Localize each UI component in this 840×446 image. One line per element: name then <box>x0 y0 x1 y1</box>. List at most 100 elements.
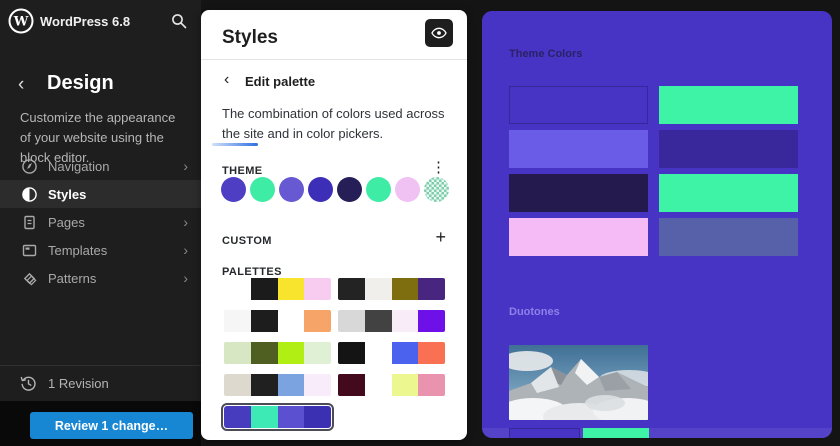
palette-color <box>304 310 331 332</box>
palette-color <box>338 374 365 396</box>
theme-color-row <box>221 177 449 202</box>
search-icon[interactable] <box>170 12 188 30</box>
palette-color <box>418 342 445 364</box>
palette-color <box>418 310 445 332</box>
preview-color-swatch <box>583 428 649 438</box>
back-chevron-icon[interactable]: ‹ <box>224 71 229 89</box>
palette-color <box>304 278 331 300</box>
palette-color <box>278 310 305 332</box>
edit-palette-header: ‹ Edit palette <box>201 70 467 96</box>
edit-palette-label: Edit palette <box>245 74 315 89</box>
sidebar-item-label: Patterns <box>48 271 96 286</box>
preview-swatch-grid <box>509 86 798 256</box>
revisions-label: 1 Revision <box>48 376 109 391</box>
chevron-right-icon: › <box>183 242 188 258</box>
divider <box>201 59 467 60</box>
style-book-toggle-button[interactable] <box>425 19 453 47</box>
palette-color <box>278 342 305 364</box>
theme-color-swatch[interactable] <box>337 177 362 202</box>
palette-color <box>251 406 278 428</box>
scroll-progress-indicator <box>212 143 258 146</box>
palette-color <box>304 406 331 428</box>
bottom-swatch-row <box>509 428 649 438</box>
palette-color <box>278 406 305 428</box>
palette-color <box>392 310 419 332</box>
styles-icon <box>21 186 38 203</box>
mountain-photo <box>509 345 648 420</box>
palette-grid <box>224 278 445 428</box>
kebab-menu-icon[interactable]: ⋮ <box>431 158 446 176</box>
sidebar-item-label: Styles <box>48 187 86 202</box>
plus-icon[interactable]: + <box>435 227 446 248</box>
theme-color-swatch[interactable] <box>279 177 304 202</box>
sidebar-item-label: Templates <box>48 243 107 258</box>
palette-option[interactable] <box>224 310 331 332</box>
palette-color <box>224 406 251 428</box>
palette-color <box>365 374 392 396</box>
palette-color <box>224 342 251 364</box>
back-chevron-icon[interactable]: ‹ <box>18 72 24 98</box>
preview-color-swatch <box>509 218 648 256</box>
design-header: ‹ Design <box>0 70 201 100</box>
theme-section-label: THEME <box>222 165 263 177</box>
palette-option[interactable] <box>338 342 445 364</box>
revisions-row[interactable]: 1 Revision <box>0 365 201 401</box>
theme-color-swatch[interactable] <box>308 177 333 202</box>
preview-color-swatch <box>509 428 580 438</box>
palette-option[interactable] <box>338 310 445 332</box>
sidebar-item-templates[interactable]: Templates › <box>0 236 201 264</box>
sidebar-header: W WordPress 6.8 <box>0 0 201 42</box>
site-editor: W WordPress 6.8 ‹ Design Customize the a… <box>0 0 840 446</box>
sidebar-item-pages[interactable]: Pages › <box>0 208 201 236</box>
palette-color <box>418 374 445 396</box>
panel-title: Styles <box>222 27 278 49</box>
palette-color <box>304 342 331 364</box>
wordpress-logo[interactable]: W <box>8 8 34 34</box>
wordpress-version-label: WordPress 6.8 <box>40 14 130 29</box>
palette-option[interactable] <box>224 342 331 364</box>
palette-color <box>365 310 392 332</box>
custom-section-header: CUSTOM + <box>222 231 446 249</box>
preview-color-swatch <box>509 86 648 124</box>
preview-color-swatch <box>509 130 648 168</box>
chevron-right-icon: › <box>183 270 188 286</box>
palette-color <box>278 278 305 300</box>
style-book-preview[interactable]: Theme Colors Duotones <box>482 11 832 438</box>
review-changes-button[interactable]: Review 1 change… <box>30 412 193 439</box>
palette-color <box>365 342 392 364</box>
theme-pattern-swatch[interactable] <box>424 177 449 202</box>
palette-color <box>251 310 278 332</box>
pages-icon <box>21 214 38 231</box>
palettes-section-label: PALETTES <box>222 266 282 278</box>
palette-color <box>251 374 278 396</box>
preview-color-swatch <box>659 130 798 168</box>
palette-option[interactable] <box>224 278 331 300</box>
preview-color-swatch <box>509 174 648 212</box>
templates-icon <box>21 242 38 259</box>
palette-color <box>365 278 392 300</box>
palette-color <box>338 310 365 332</box>
theme-colors-heading: Theme Colors <box>509 48 582 60</box>
palette-option[interactable] <box>338 278 445 300</box>
svg-text:W: W <box>13 15 29 30</box>
theme-color-swatch[interactable] <box>221 177 246 202</box>
palette-color <box>304 374 331 396</box>
palette-option[interactable] <box>338 374 445 396</box>
palette-description: The combination of colors used across th… <box>222 104 452 144</box>
sidebar-item-styles[interactable]: Styles <box>0 180 201 208</box>
theme-color-swatch[interactable] <box>395 177 420 202</box>
preview-color-swatch <box>659 86 798 124</box>
sidebar-item-label: Navigation <box>48 159 109 174</box>
palette-option[interactable] <box>224 374 331 396</box>
admin-sidebar: W WordPress 6.8 ‹ Design Customize the a… <box>0 0 201 446</box>
theme-color-swatch[interactable] <box>250 177 275 202</box>
preview-color-swatch <box>659 174 798 212</box>
theme-color-swatch[interactable] <box>366 177 391 202</box>
sidebar-item-patterns[interactable]: Patterns › <box>0 264 201 292</box>
sidebar-item-navigation[interactable]: Navigation › <box>0 152 201 180</box>
eye-icon <box>430 24 448 42</box>
palette-option-selected[interactable] <box>224 406 331 428</box>
palette-color <box>251 278 278 300</box>
preview-color-swatch <box>659 218 798 256</box>
navigation-icon <box>21 158 38 175</box>
